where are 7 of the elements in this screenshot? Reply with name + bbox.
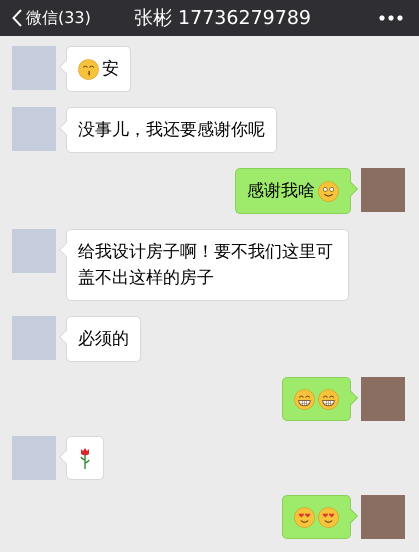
- message-text: 必须的: [78, 328, 129, 351]
- message-text: 感谢我啥: [247, 180, 315, 203]
- message-text: 没事儿，我还要感谢你呢: [78, 119, 265, 142]
- message-text: 给我设计房子啊！要不我们这里可盖不出这样的房子: [78, 241, 334, 290]
- back-button[interactable]: 微信(33): [12, 6, 91, 30]
- chat-title: 张彬 17736279789: [134, 6, 312, 31]
- message-text: 安: [102, 58, 119, 81]
